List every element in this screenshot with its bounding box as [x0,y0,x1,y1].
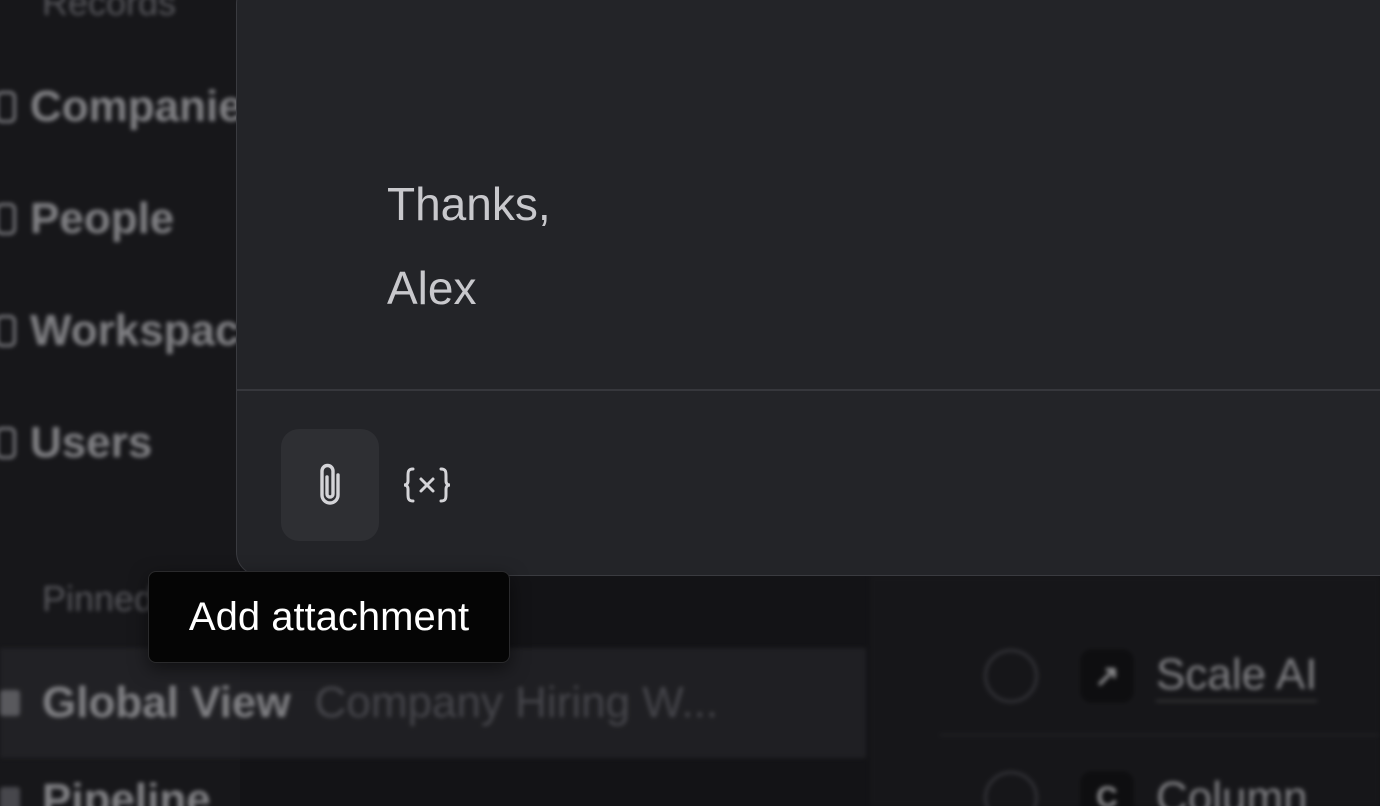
row-checkbox[interactable] [984,771,1038,806]
app-window: Records Companies People Workspaces User… [0,0,1380,806]
folder-icon [0,690,20,716]
list-item[interactable]: Global View Company Hiring W... [0,648,866,758]
row-divider [940,734,1380,736]
email-composer: Thanks, Alex [236,0,1380,576]
c-logo-icon: C [1080,771,1134,806]
sidebar-item-companies[interactable]: Companies [0,82,267,132]
paperclip-icon [320,463,340,505]
list-item[interactable]: Pipeline [0,770,866,806]
list-item-title: Pipeline [42,775,211,806]
variable-braces-icon [403,467,451,503]
folder-icon [0,787,20,806]
record-name[interactable]: Column [1156,773,1308,806]
attachment-tooltip: Add attachment [148,571,510,663]
sidebar-item-label: People [30,194,175,243]
list-item-subtitle: Company Hiring W... [314,678,719,727]
email-body-line[interactable]: Alex [387,265,476,311]
table-row[interactable]: C Column [870,762,1380,806]
workspace-icon [0,315,16,347]
email-body-line[interactable]: Thanks, [387,181,551,227]
arrow-logo-icon: ↗ [1080,649,1134,703]
insert-variable-button[interactable] [385,437,469,533]
composer-divider [237,389,1380,391]
table-row[interactable]: ↗ Scale AI [870,640,1380,712]
sidebar-item-people[interactable]: People [0,194,174,244]
sidebar-item-users[interactable]: Users [0,418,152,468]
building-icon [0,91,16,123]
list-item-title: Global View [42,678,291,727]
add-attachment-button[interactable] [281,429,379,541]
record-name[interactable]: Scale AI [1156,650,1318,702]
row-checkbox[interactable] [984,649,1038,703]
sidebar-item-records[interactable]: Records [42,0,176,24]
users-icon [0,427,16,459]
pinned-section-label: Pinned [42,578,155,619]
records-panel: ↗ Scale AI C Column [870,576,1380,806]
sidebar-item-label: Users [30,418,153,467]
sidebar-item-label: Companies [30,82,268,131]
person-icon [0,203,16,235]
